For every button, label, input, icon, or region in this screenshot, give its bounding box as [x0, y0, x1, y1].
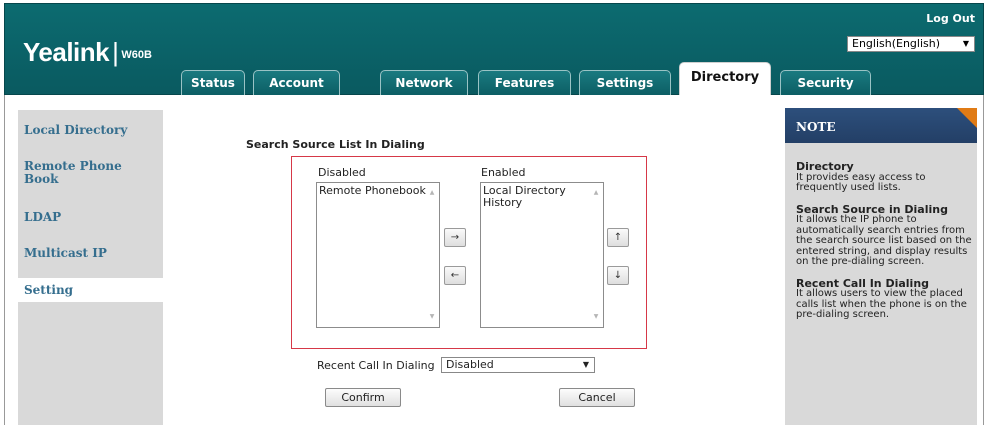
- section-title: Search Source List In Dialing: [246, 138, 425, 151]
- tab-settings[interactable]: Settings: [579, 70, 671, 97]
- note-heading: Directory: [796, 160, 854, 173]
- sidebar-item-local-directory[interactable]: Local Directory: [24, 124, 127, 137]
- note-text: It allows users to view the placed calls…: [796, 288, 967, 320]
- note-panel: NOTE Directory It provides easy access t…: [785, 108, 977, 425]
- brand-separator: |: [112, 37, 119, 67]
- scrollbar[interactable]: ▲ ▼: [427, 183, 437, 327]
- recent-call-value: Disabled: [446, 358, 494, 371]
- note-block: Recent Call In Dialing It allows users t…: [796, 278, 974, 321]
- scroll-down-icon[interactable]: ▼: [591, 311, 601, 323]
- sidebar: [18, 110, 163, 425]
- brand-logo: Yealink | W60B: [23, 37, 152, 68]
- tab-account[interactable]: Account: [253, 70, 340, 97]
- note-block: Directory It provides easy access to fre…: [796, 160, 974, 194]
- list-item[interactable]: Remote Phonebook: [319, 185, 437, 197]
- cancel-button[interactable]: Cancel: [559, 388, 635, 407]
- list-item[interactable]: History: [483, 197, 601, 209]
- move-up-button[interactable]: ↑: [607, 228, 629, 247]
- scroll-up-icon[interactable]: ▲: [591, 187, 601, 199]
- scroll-up-icon[interactable]: ▲: [427, 187, 437, 199]
- confirm-button[interactable]: Confirm: [325, 388, 401, 407]
- disabled-list[interactable]: Remote Phonebook ▲ ▼: [316, 182, 440, 328]
- move-right-button[interactable]: →: [444, 228, 466, 247]
- tab-network[interactable]: Network: [380, 70, 468, 97]
- scroll-down-icon[interactable]: ▼: [427, 311, 437, 323]
- note-title: NOTE: [796, 120, 836, 134]
- note-text: It provides easy access to frequently us…: [796, 171, 926, 193]
- corner-flag-icon: [957, 108, 977, 128]
- recent-call-label: Recent Call In Dialing: [317, 359, 435, 372]
- scrollbar[interactable]: ▲ ▼: [591, 183, 601, 327]
- brand-name: Yealink: [23, 37, 110, 67]
- note-block: Search Source in Dialing It allows the I…: [796, 204, 974, 268]
- enabled-label: Enabled: [481, 166, 526, 179]
- disabled-label: Disabled: [318, 166, 366, 179]
- enabled-list[interactable]: Local Directory History ▲ ▼: [480, 182, 604, 328]
- sidebar-item-multicast-ip[interactable]: Multicast IP: [24, 247, 107, 260]
- move-left-button[interactable]: ←: [444, 266, 466, 285]
- move-down-button[interactable]: ↓: [607, 266, 629, 285]
- note-body: Directory It provides easy access to fre…: [796, 160, 974, 332]
- tab-security[interactable]: Security: [780, 70, 871, 97]
- tab-features[interactable]: Features: [478, 70, 571, 97]
- recent-call-select[interactable]: Disabled ▼: [441, 357, 595, 373]
- tab-directory[interactable]: Directory: [679, 62, 771, 97]
- chevron-down-icon: ▼: [962, 39, 969, 48]
- language-value: English(English): [852, 37, 941, 50]
- top-header: Yealink | W60B Log Out English(English) ▼ …: [4, 3, 984, 97]
- logout-link[interactable]: Log Out: [926, 12, 975, 25]
- sidebar-item-remote-phone-book[interactable]: Remote Phone Book: [24, 160, 134, 186]
- sidebar-item-setting[interactable]: Setting: [18, 278, 184, 302]
- model-name: W60B: [121, 49, 152, 61]
- note-text: It allows the IP phone to automatically …: [796, 214, 972, 267]
- language-select[interactable]: English(English) ▼: [847, 36, 975, 52]
- tab-status[interactable]: Status: [181, 70, 245, 97]
- note-header: NOTE: [785, 108, 977, 143]
- chevron-down-icon: ▼: [582, 360, 589, 369]
- sidebar-item-ldap[interactable]: LDAP: [24, 211, 61, 224]
